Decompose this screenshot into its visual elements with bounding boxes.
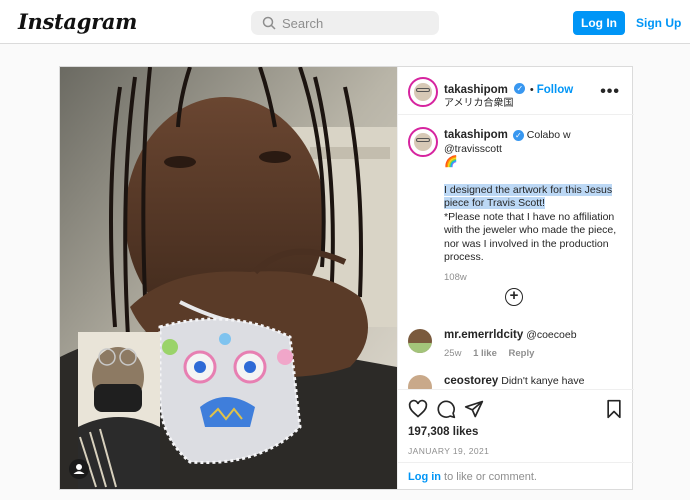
comment-avatar[interactable] bbox=[408, 375, 432, 389]
list-item: ceostorey Didn't kanye have bbox=[408, 375, 628, 389]
caption-mention[interactable]: @travisscott bbox=[444, 143, 622, 157]
comment-body[interactable]: @coecoeb bbox=[526, 329, 576, 341]
signup-link[interactable]: Sign Up bbox=[636, 16, 681, 30]
login-button[interactable]: Log In bbox=[573, 11, 625, 35]
comment-meta: 25w 1 like Reply bbox=[444, 347, 624, 360]
caption-line1: Colabo w bbox=[526, 129, 571, 141]
heart-icon[interactable] bbox=[408, 399, 428, 419]
caption-body: *Please note that I have no affiliation … bbox=[444, 210, 617, 264]
post-header: takashipom ✓ • Follow アメリカ合衆国 ••• bbox=[398, 67, 634, 115]
search-box[interactable]: Search bbox=[251, 11, 439, 35]
bookmark-icon[interactable] bbox=[604, 399, 624, 419]
post-date[interactable]: JANUARY 19, 2021 bbox=[408, 446, 489, 456]
caption-avatar[interactable] bbox=[408, 127, 438, 157]
comment-text: ceostorey Didn't kanye have bbox=[444, 375, 624, 388]
comment-username[interactable]: ceostorey bbox=[444, 375, 498, 387]
post-photo[interactable] bbox=[60, 67, 397, 489]
comment-avatar[interactable] bbox=[408, 329, 432, 353]
caption-highlighted: I designed the artwork for this Jesus pi… bbox=[444, 183, 613, 209]
login-prompt: Log in to like or comment. bbox=[398, 462, 634, 490]
more-options-icon[interactable]: ••• bbox=[600, 83, 620, 101]
post-side-panel: takashipom ✓ • Follow アメリカ合衆国 ••• takash… bbox=[397, 67, 634, 489]
comment-icon[interactable] bbox=[436, 399, 456, 419]
rainbow-emoji: 🌈 bbox=[444, 156, 458, 168]
verified-icon: ✓ bbox=[514, 83, 526, 95]
caption-text: takashipom ✓ Colabo w @travisscott 🌈 I d… bbox=[444, 129, 622, 284]
post-card: takashipom ✓ • Follow アメリカ合衆国 ••• takash… bbox=[59, 66, 634, 490]
search-input[interactable]: Search bbox=[282, 16, 323, 31]
location-label[interactable]: アメリカ合衆国 bbox=[444, 94, 514, 109]
comment-reply[interactable]: Reply bbox=[509, 348, 535, 359]
post-actions: 197,308 likes JANUARY 19, 2021 Log in to… bbox=[398, 389, 634, 489]
avatar[interactable] bbox=[408, 77, 438, 107]
instagram-logo[interactable]: Instagram bbox=[18, 9, 137, 34]
user-tag-icon[interactable] bbox=[69, 459, 89, 479]
comment-likes[interactable]: 1 like bbox=[473, 348, 497, 359]
comment-body: Didn't kanye have bbox=[501, 375, 585, 387]
login-prompt-text: to like or comment. bbox=[441, 471, 537, 483]
caption-username[interactable]: takashipom bbox=[444, 129, 508, 141]
comment-text: mr.emerrldcity @coecoeb 25w 1 like Reply bbox=[444, 329, 624, 360]
caption-age: 108w bbox=[444, 271, 467, 283]
login-link[interactable]: Log in bbox=[408, 471, 441, 483]
top-nav: Instagram Search Log In Sign Up bbox=[0, 0, 690, 44]
comment-username[interactable]: mr.emerrldcity bbox=[444, 329, 523, 341]
photo-illustration bbox=[60, 67, 397, 489]
follow-button[interactable]: Follow bbox=[537, 84, 573, 96]
share-icon[interactable] bbox=[464, 399, 484, 419]
verified-icon: ✓ bbox=[512, 129, 524, 141]
comment-age: 25w bbox=[444, 348, 462, 359]
search-icon bbox=[262, 16, 276, 30]
plus-circle-icon[interactable]: + bbox=[505, 288, 523, 306]
like-count[interactable]: 197,308 likes bbox=[408, 426, 478, 438]
